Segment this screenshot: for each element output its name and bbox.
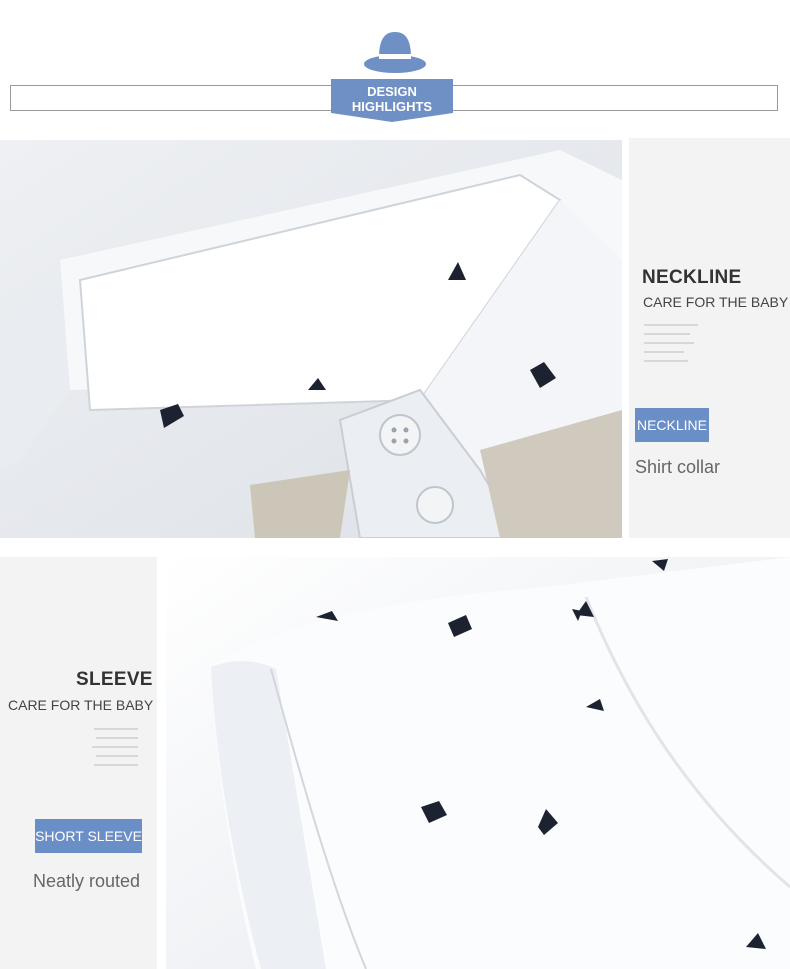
neckline-info-panel [629, 138, 790, 538]
filler-line [94, 728, 138, 730]
neckline-description: Shirt collar [635, 457, 721, 477]
filler-line [644, 324, 698, 326]
filler-line [644, 360, 688, 362]
filler-line [96, 737, 138, 739]
badge-text-line1: DESIGN [367, 84, 417, 99]
filler-line [644, 351, 684, 353]
sleeve-subtitle: CARE FOR THE BABY [8, 697, 154, 713]
hat-icon [362, 28, 428, 78]
shirt-sleeve-photo [166, 557, 790, 969]
neckline-title: NECKLINE [642, 267, 742, 288]
sleeve-title: SLEEVE [76, 669, 153, 690]
filler-line [92, 746, 138, 748]
sleeve-tag: SHORT SLEEVE [35, 819, 142, 853]
neckline-tag: NECKLINE [635, 408, 709, 442]
neckline-subtitle: CARE FOR THE BABY [643, 294, 789, 310]
filler-line [644, 342, 694, 344]
sleeve-info-panel [0, 557, 157, 969]
filler-line [644, 333, 690, 335]
sleeve-description: Neatly routed [33, 871, 141, 891]
design-highlights-badge: DESIGN HIGHLIGHTS [331, 79, 453, 114]
filler-line [94, 764, 138, 766]
badge-pointer [331, 113, 453, 122]
filler-line [96, 755, 138, 757]
shirt-collar-photo [0, 140, 622, 538]
badge-text-line2: HIGHLIGHTS [351, 99, 433, 114]
